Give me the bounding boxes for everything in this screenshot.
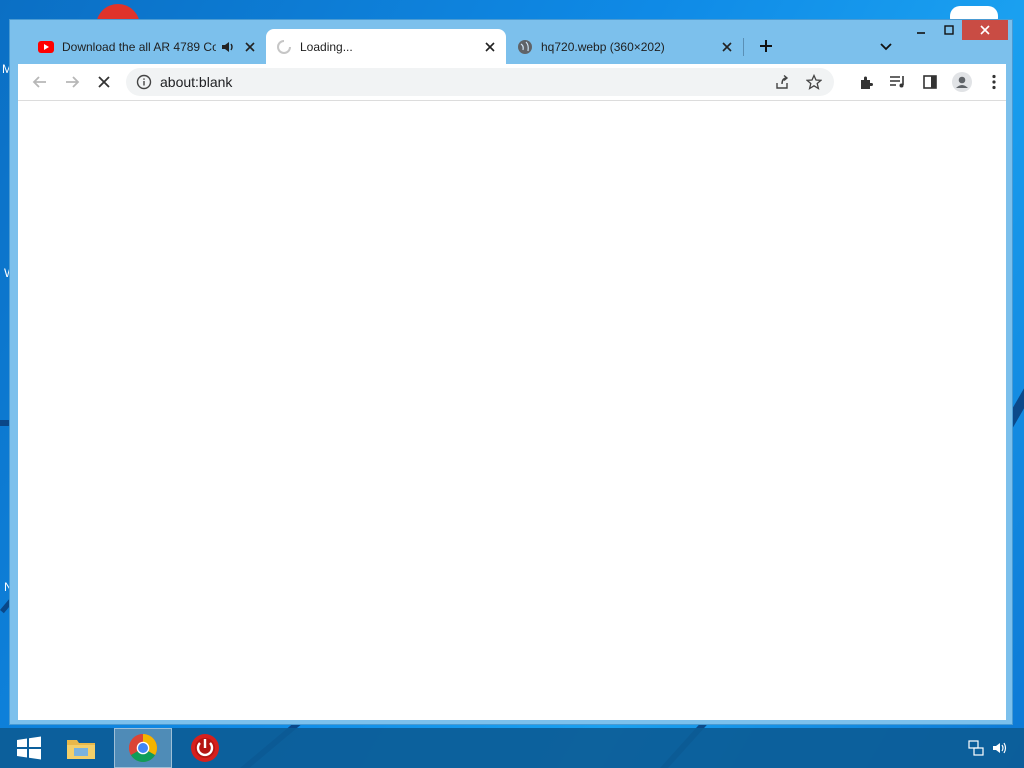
media-queue-icon[interactable]	[888, 72, 908, 92]
file-explorer-icon[interactable]	[52, 728, 110, 768]
close-tab-icon[interactable]	[482, 39, 498, 55]
tab-separator	[743, 38, 744, 56]
taskbar	[0, 728, 1024, 768]
loading-spinner-icon	[276, 39, 292, 55]
close-tab-icon[interactable]	[719, 39, 735, 55]
address-text[interactable]: about:blank	[160, 74, 232, 90]
share-icon[interactable]	[774, 74, 790, 90]
maximize-button[interactable]	[932, 20, 966, 40]
page-content[interactable]	[18, 101, 1006, 720]
stop-icon[interactable]	[94, 72, 114, 92]
info-icon[interactable]	[136, 74, 152, 90]
close-window-button[interactable]	[962, 20, 1008, 40]
tab-search-button[interactable]	[876, 36, 896, 56]
power-app-icon[interactable]	[176, 728, 234, 768]
browser-window: Download the all AR 4789 Co Loading... h…	[10, 20, 1012, 724]
tab-image[interactable]: hq720.webp (360×202)	[507, 29, 743, 64]
tab-youtube[interactable]: Download the all AR 4789 Co	[28, 29, 266, 64]
menu-icon[interactable]	[984, 72, 1004, 92]
forward-icon[interactable]	[62, 72, 82, 92]
globe-icon	[517, 39, 533, 55]
extensions-icon[interactable]	[856, 72, 876, 92]
youtube-icon	[38, 39, 54, 55]
tab-strip: Download the all AR 4789 Co Loading... h…	[10, 20, 1012, 64]
chrome-icon[interactable]	[114, 728, 172, 768]
tab-title: Loading...	[300, 39, 353, 54]
side-panel-icon[interactable]	[920, 72, 940, 92]
close-tab-icon[interactable]	[242, 39, 258, 55]
tab-title: Download the all AR 4789 Co	[62, 39, 216, 54]
tab-loading[interactable]: Loading...	[266, 29, 506, 64]
new-tab-button[interactable]	[756, 36, 776, 56]
volume-icon[interactable]	[992, 740, 1008, 756]
tab-title: hq720.webp (360×202)	[541, 39, 665, 54]
windows-start-icon[interactable]	[0, 728, 58, 768]
speaker-icon[interactable]	[220, 39, 236, 55]
profile-icon[interactable]	[952, 72, 972, 92]
browser-toolbar: about:blank	[18, 64, 1006, 101]
back-icon[interactable]	[30, 72, 50, 92]
star-icon[interactable]	[805, 73, 823, 90]
address-bar[interactable]: about:blank	[126, 68, 834, 96]
network-icon[interactable]	[968, 740, 984, 756]
